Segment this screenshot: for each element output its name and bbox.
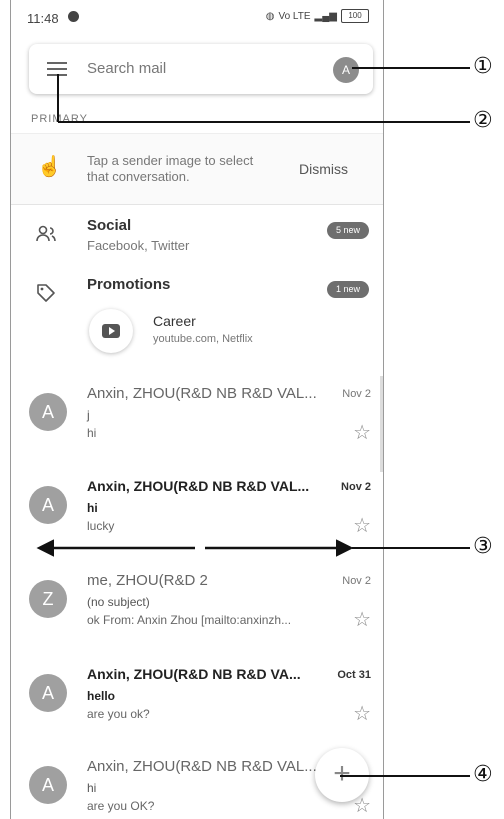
search-input[interactable]: Search mail [87, 60, 166, 77]
email-snippet: are you ok? [87, 707, 150, 721]
email-sender: Anxin, ZHOU(R&D NB R&D VAL... [87, 758, 317, 775]
callout-4: ④ [473, 762, 493, 787]
compose-button[interactable]: + [315, 748, 369, 802]
sender-avatar[interactable]: A [29, 486, 67, 524]
email-snippet: hi [87, 426, 97, 440]
email-sender: Anxin, ZHOU(R&D NB R&D VAL... [87, 385, 317, 402]
star-icon[interactable]: ☆ [353, 513, 371, 538]
email-subject: (no subject) [87, 595, 150, 609]
signal-icon: ▂▄▆ [314, 10, 337, 22]
email-sender: Anxin, ZHOU(R&D NB R&D VAL... [87, 478, 310, 494]
sender-avatar[interactable]: A [29, 766, 67, 804]
section-label: PRIMARY [31, 113, 88, 125]
battery-icon: 100 [341, 9, 369, 23]
sender-avatar[interactable]: A [29, 674, 67, 712]
email-row[interactable]: A Anxin, ZHOU(R&D NB R&D VAL... Nov 2 hi… [11, 478, 383, 570]
sender-avatar[interactable]: A [29, 393, 67, 431]
promo-item-title[interactable]: Career [153, 313, 196, 329]
network-label: Vo LTE [278, 10, 311, 22]
notification-icon [68, 11, 79, 22]
tip-text: Tap a sender image to select that conver… [87, 153, 254, 184]
email-subject: j [87, 408, 90, 422]
search-bar[interactable]: Search mail A [29, 44, 373, 94]
email-date: Oct 31 [337, 669, 371, 681]
tip-banner: ☝ Tap a sender image to select that conv… [11, 133, 383, 205]
category-subtitle: Facebook, Twitter [87, 238, 190, 253]
email-snippet: are you OK? [87, 799, 155, 813]
email-subject: hi [87, 781, 97, 795]
status-time: 11:48 [27, 11, 59, 26]
youtube-icon [89, 309, 133, 353]
promo-item-subtitle: youtube.com, Netflix [153, 333, 253, 345]
email-subject: hi [87, 501, 98, 515]
email-snippet: lucky [87, 519, 115, 533]
new-count-badge: 5 new [326, 222, 369, 239]
category-promotions[interactable]: Promotions 1 new [11, 276, 383, 336]
tag-icon [37, 284, 55, 302]
status-icons: ◍ Vo LTE ▂▄▆ 100 [266, 9, 369, 23]
email-date: Nov 2 [342, 575, 371, 587]
email-sender: Anxin, ZHOU(R&D NB R&D VA... [87, 666, 301, 682]
email-snippet: ok From: Anxin Zhou [mailto:anxinzh... [87, 613, 292, 627]
star-icon[interactable]: ☆ [353, 420, 371, 445]
category-social[interactable]: Social Facebook, Twitter 5 new [11, 217, 383, 277]
sender-avatar[interactable]: Z [29, 580, 67, 618]
phone-screen: 11:48 ◍ Vo LTE ▂▄▆ 100 Search mail A PRI… [10, 0, 384, 819]
tap-hand-icon: ☝ [37, 156, 62, 178]
account-avatar[interactable]: A [333, 57, 359, 83]
star-icon[interactable]: ☆ [353, 607, 371, 632]
new-count-badge: 1 new [326, 281, 369, 298]
star-icon[interactable]: ☆ [353, 701, 371, 726]
email-row[interactable]: Z me, ZHOU(R&D 2 Nov 2 (no subject) ok F… [11, 572, 383, 664]
category-title: Promotions [87, 276, 171, 293]
email-sender: me, ZHOU(R&D 2 [87, 572, 208, 589]
callout-2: ② [473, 108, 493, 133]
people-icon [36, 225, 56, 242]
callout-3: ③ [473, 534, 493, 559]
callout-1: ① [473, 54, 493, 79]
email-date: Nov 2 [341, 481, 371, 493]
scrollbar[interactable] [380, 376, 383, 472]
vibrate-icon: ◍ [265, 10, 275, 22]
menu-icon[interactable] [47, 62, 67, 76]
email-row[interactable]: A Anxin, ZHOU(R&D NB R&D VAL... Nov 2 j … [11, 385, 383, 477]
status-bar: 11:48 ◍ Vo LTE ▂▄▆ 100 [11, 0, 383, 32]
email-date: Nov 2 [342, 388, 371, 400]
dismiss-button[interactable]: Dismiss [299, 161, 348, 177]
email-row[interactable]: A Anxin, ZHOU(R&D NB R&D VA... Oct 31 he… [11, 666, 383, 758]
email-subject: hello [87, 689, 116, 703]
category-title: Social [87, 217, 132, 234]
